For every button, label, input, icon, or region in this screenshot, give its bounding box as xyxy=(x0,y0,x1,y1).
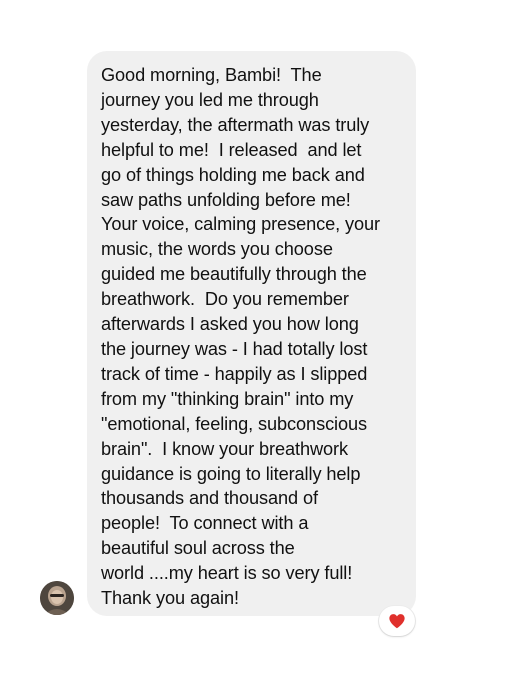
message-line: brain". I know your breathwork xyxy=(101,438,348,459)
message-line: people! To connect with a xyxy=(101,513,309,534)
heart-reaction[interactable] xyxy=(379,606,415,636)
message-line: world ....my heart is so very full! xyxy=(101,563,353,584)
message-line: beautiful soul across the xyxy=(101,538,295,559)
message-line: journey you led me through xyxy=(101,89,319,110)
red-heart-icon xyxy=(389,614,405,629)
sender-avatar[interactable] xyxy=(40,581,74,615)
message-line: Your voice, calming presence, your xyxy=(101,214,380,235)
message-line: go of things holding me back and xyxy=(101,164,365,185)
message-bubble[interactable]: Good morning, Bambi! The journey you led … xyxy=(87,51,416,616)
message-line: helpful to me! I released and let xyxy=(101,139,362,160)
message-text: Good morning, Bambi! The journey you led … xyxy=(101,63,408,611)
message-line: breathwork. Do you remember xyxy=(101,289,349,310)
message-line: track of time - happily as I slipped xyxy=(101,363,368,384)
message-line: yesterday, the aftermath was truly xyxy=(101,114,370,135)
message-line: saw paths unfolding before me! xyxy=(101,189,351,210)
message-line: music, the words you choose xyxy=(101,239,333,260)
message-line: "emotional, feeling, subconscious xyxy=(101,413,368,434)
profile-photo-icon xyxy=(40,581,74,615)
message-line: guided me beautifully through the xyxy=(101,264,367,285)
message-line: the journey was - I had totally lost xyxy=(101,338,368,359)
message-line: afterwards I asked you how long xyxy=(101,314,359,335)
message-line: Thank you again! xyxy=(101,588,239,609)
message-line: from my "thinking brain" into my xyxy=(101,388,354,409)
message-line: Good morning, Bambi! The xyxy=(101,65,322,85)
message-line: thousands and thousand of xyxy=(101,488,318,509)
message-line: guidance is going to literally help xyxy=(101,463,361,484)
